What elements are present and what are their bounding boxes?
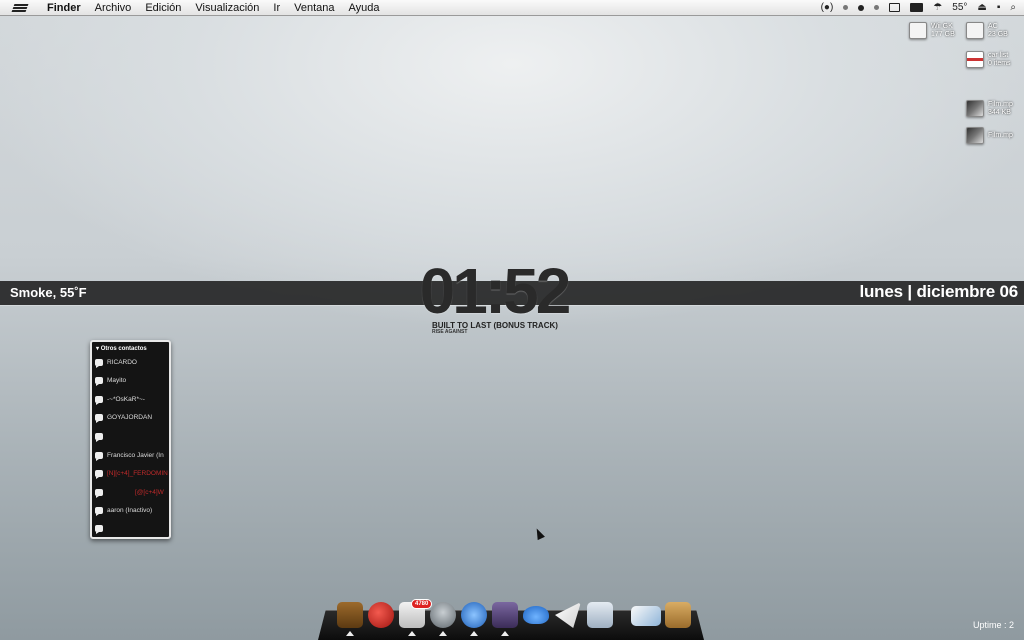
desktop-icon-label: AC (988, 22, 998, 30)
messages-icon[interactable] (889, 3, 901, 12)
chat-icon (95, 489, 103, 498)
dashboard-icon[interactable] (337, 602, 363, 628)
desktop-icon[interactable]: Film.mp (966, 127, 1013, 144)
contact-name: Mayito (107, 377, 127, 384)
chat-icon (95, 433, 103, 442)
mail-badge: 4780 (411, 599, 433, 609)
desktop-icon[interactable]: Wii GK 177 GB (909, 22, 955, 39)
chat-icon (95, 414, 103, 423)
drive-icon (966, 22, 984, 39)
running-indicator-icon (346, 631, 354, 636)
desktop-icon-size: 344 KB (988, 108, 1011, 116)
bluetooth-icon[interactable]: (●) (821, 0, 834, 16)
contact-name: [@[c+4]W (135, 489, 164, 496)
desktop-icon-label: Film.mp (988, 100, 1013, 108)
menu-finder[interactable]: Finder (40, 0, 88, 16)
drive-icon (909, 22, 927, 39)
menu-archivo[interactable]: Archivo (88, 0, 139, 16)
desktop-icon-size: 23 GB (988, 30, 1008, 38)
status-dot-icon[interactable] (843, 5, 849, 10)
spaces-icon[interactable]: ▪ (997, 0, 1001, 16)
running-indicator-icon (439, 631, 447, 636)
cloud-icon[interactable] (523, 606, 549, 624)
adium-duck-icon[interactable] (430, 602, 456, 628)
menu-edicion[interactable]: Edición (138, 0, 188, 16)
contact-name: [N][c+4]_FERDOMIN (107, 470, 168, 477)
desktop-icon-size: 0 items (988, 59, 1011, 67)
contact-name: Francisco Javier (In (107, 452, 164, 459)
contact-name: -~*OsKaR*~- (107, 396, 145, 403)
contact-row[interactable] (95, 525, 107, 534)
contact-row[interactable]: GOYAJORDAN (95, 414, 153, 423)
running-indicator-icon (408, 631, 416, 636)
contacts-panel: ▾ Otros contactos RICARDO Mayito -~*OsKa… (90, 340, 171, 539)
contact-row[interactable]: RICARDO (95, 359, 137, 368)
contact-row[interactable]: [@[c+4]W (95, 489, 164, 498)
chat-icon (95, 452, 103, 461)
desktop-icon-size: 177 GB (931, 30, 955, 38)
contacts-group-header[interactable]: ▾ Otros contactos (92, 342, 169, 355)
now-playing-artist: RISE AGAINST (432, 329, 468, 335)
desktop-icon-label: car list (988, 51, 1009, 59)
contact-row[interactable]: Francisco Javier (In (95, 452, 164, 461)
contact-row[interactable]: aaron (Inactivo) (95, 507, 153, 516)
record-icon[interactable] (858, 4, 865, 11)
desktop-icon[interactable]: Film.mp 344 KB (966, 100, 1013, 117)
clipboard-icon[interactable] (587, 602, 613, 628)
desktop-icon[interactable]: car list 0 items (966, 51, 1011, 68)
photo-icon (966, 127, 984, 144)
menu-ventana[interactable]: Ventana (287, 0, 341, 16)
menu-ir[interactable]: Ir (266, 0, 287, 16)
weather-widget: Smoke, 55˚F (10, 285, 87, 300)
contact-row[interactable]: -~*OsKaR*~- (95, 396, 145, 405)
weather-status-icon[interactable]: ☂ (933, 0, 942, 16)
itunes-icon[interactable] (461, 602, 487, 628)
chat-icon (95, 359, 103, 368)
terminal-icon[interactable] (910, 3, 924, 12)
clock-widget: 01:52 (419, 255, 572, 327)
contact-name: RICARDO (107, 359, 137, 366)
photo-icon (966, 100, 984, 117)
package-icon[interactable] (665, 602, 691, 628)
eject-icon[interactable]: ⏏ (977, 0, 986, 16)
running-indicator-icon (501, 631, 509, 636)
desktop-icon[interactable]: AC 23 GB (966, 22, 1008, 39)
screen-icon[interactable] (492, 602, 518, 628)
photo-viewer-icon[interactable] (631, 606, 661, 626)
desktop-icon-label: Film.mp (988, 131, 1013, 139)
menu-ayuda[interactable]: Ayuda (342, 0, 387, 16)
chat-icon (95, 470, 103, 479)
uptime-widget: Uptime : 2 (972, 620, 1014, 630)
menu-visualizacion[interactable]: Visualización (188, 0, 266, 16)
contact-row[interactable]: Mayito (95, 377, 127, 386)
contact-name: aaron (Inactivo) (107, 507, 153, 514)
date-widget: lunes | diciembre 06 (859, 282, 1018, 301)
apple-menu-icon[interactable] (0, 3, 40, 12)
status-dot-icon[interactable] (874, 5, 880, 10)
contact-name: GOYAJORDAN (107, 414, 153, 421)
chat-icon (95, 525, 103, 534)
chat-icon (95, 396, 103, 405)
document-icon (966, 51, 984, 68)
chat-icon (95, 507, 103, 516)
temperature-status[interactable]: 55° (952, 0, 967, 16)
menu-bar: Finder Archivo Edición Visualización Ir … (0, 0, 1024, 16)
apple-icon[interactable] (368, 602, 394, 628)
mouse-pointer-icon (533, 526, 545, 541)
desktop-icon-label: Wii GK (931, 22, 953, 30)
spotlight-search-icon[interactable]: ⌕ (1010, 0, 1016, 16)
chat-icon (95, 377, 103, 386)
contact-row[interactable]: [N][c+4]_FERDOMIN (95, 470, 168, 479)
contact-row[interactable] (95, 433, 107, 442)
running-indicator-icon (470, 631, 478, 636)
